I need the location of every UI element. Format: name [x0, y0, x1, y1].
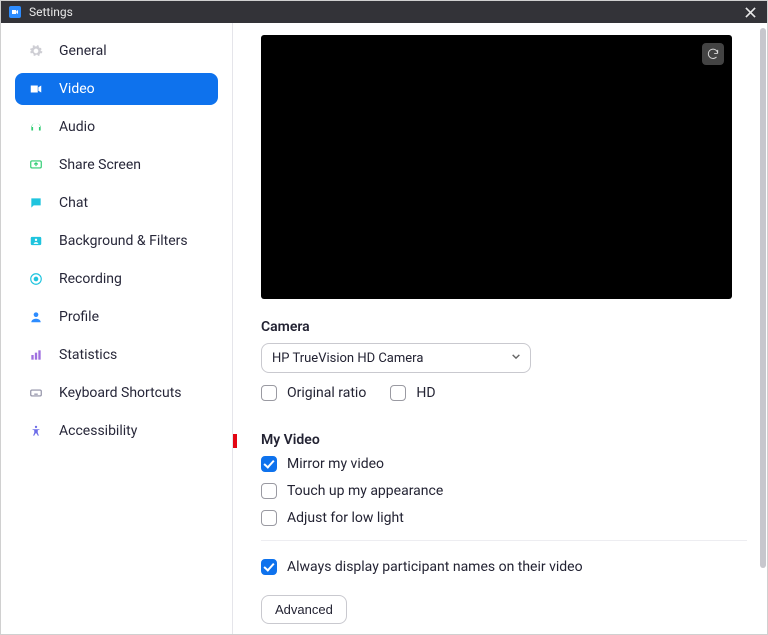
video-icon: [25, 78, 47, 100]
sidebar-item-chat[interactable]: Chat: [15, 187, 218, 219]
annotation-arrow-icon: [233, 421, 237, 461]
sidebar-item-label: Background & Filters: [59, 233, 188, 249]
original-ratio-checkbox[interactable]: Original ratio: [261, 385, 366, 401]
display-names-label: Always display participant names on thei…: [287, 559, 583, 575]
camera-select[interactable]: HP TrueVision HD Camera: [261, 343, 531, 373]
scrollbar[interactable]: [759, 24, 766, 633]
sidebar-item-video[interactable]: Video: [15, 73, 218, 105]
profile-icon: [25, 306, 47, 328]
window-title: Settings: [29, 5, 73, 19]
sidebar-item-label: Audio: [59, 119, 95, 135]
sidebar-item-share-screen[interactable]: Share Screen: [15, 149, 218, 181]
hd-checkbox[interactable]: HD: [390, 385, 435, 401]
hd-label: HD: [416, 385, 435, 401]
rec-icon: [25, 268, 47, 290]
chevron-down-icon: [511, 351, 521, 366]
mirror-video-label: Mirror my video: [287, 456, 384, 472]
close-icon[interactable]: [741, 3, 759, 21]
sidebar-item-profile[interactable]: Profile: [15, 301, 218, 333]
sidebar-item-label: Recording: [59, 271, 122, 287]
checkbox-icon: [261, 385, 277, 401]
low-light-checkbox[interactable]: Adjust for low light: [261, 510, 745, 526]
checkbox-icon: [261, 456, 277, 472]
sidebar-item-label: Keyboard Shortcuts: [59, 385, 182, 401]
app-icon: [9, 6, 21, 18]
access-icon: [25, 420, 47, 442]
gear-icon: [25, 40, 47, 62]
sidebar-item-label: Statistics: [59, 347, 117, 363]
rotate-button[interactable]: [702, 43, 724, 65]
video-preview: [261, 35, 732, 299]
touch-up-label: Touch up my appearance: [287, 483, 443, 499]
sidebar-item-general[interactable]: General: [15, 35, 218, 67]
checkbox-icon: [261, 510, 277, 526]
sidebar-item-accessibility[interactable]: Accessibility: [15, 415, 218, 447]
checkbox-icon: [261, 483, 277, 499]
checkbox-icon: [390, 385, 406, 401]
kbd-icon: [25, 382, 47, 404]
sidebar-item-background-filters[interactable]: Background & Filters: [15, 225, 218, 257]
bg-icon: [25, 230, 47, 252]
sidebar-item-statistics[interactable]: Statistics: [15, 339, 218, 371]
divider: [261, 540, 747, 541]
my-video-heading: My Video: [261, 432, 745, 448]
content-pane: Camera HP TrueVision HD Camera Original …: [233, 23, 767, 634]
original-ratio-label: Original ratio: [287, 385, 366, 401]
sidebar-item-keyboard-shortcuts[interactable]: Keyboard Shortcuts: [15, 377, 218, 409]
sidebar-item-label: Accessibility: [59, 423, 137, 439]
stats-icon: [25, 344, 47, 366]
headset-icon: [25, 116, 47, 138]
chat-icon: [25, 192, 47, 214]
display-names-checkbox[interactable]: Always display participant names on thei…: [261, 559, 745, 575]
advanced-button[interactable]: Advanced: [261, 595, 347, 624]
sidebar-item-label: Share Screen: [59, 157, 141, 173]
sidebar: General Video Audio Share Screen Chat Backgro…: [1, 23, 233, 634]
sidebar-item-audio[interactable]: Audio: [15, 111, 218, 143]
camera-select-value: HP TrueVision HD Camera: [272, 351, 423, 366]
checkbox-icon: [261, 559, 277, 575]
low-light-label: Adjust for low light: [287, 510, 404, 526]
sidebar-item-label: Chat: [59, 195, 88, 211]
scrollbar-thumb[interactable]: [760, 28, 766, 568]
sidebar-item-label: General: [59, 43, 107, 59]
camera-heading: Camera: [261, 319, 745, 335]
sidebar-item-recording[interactable]: Recording: [15, 263, 218, 295]
title-bar: Settings: [1, 1, 767, 23]
sidebar-item-label: Profile: [59, 309, 99, 325]
screen-icon: [25, 154, 47, 176]
touch-up-checkbox[interactable]: Touch up my appearance: [261, 483, 745, 499]
sidebar-item-label: Video: [59, 81, 95, 97]
mirror-video-checkbox[interactable]: Mirror my video: [261, 456, 745, 472]
